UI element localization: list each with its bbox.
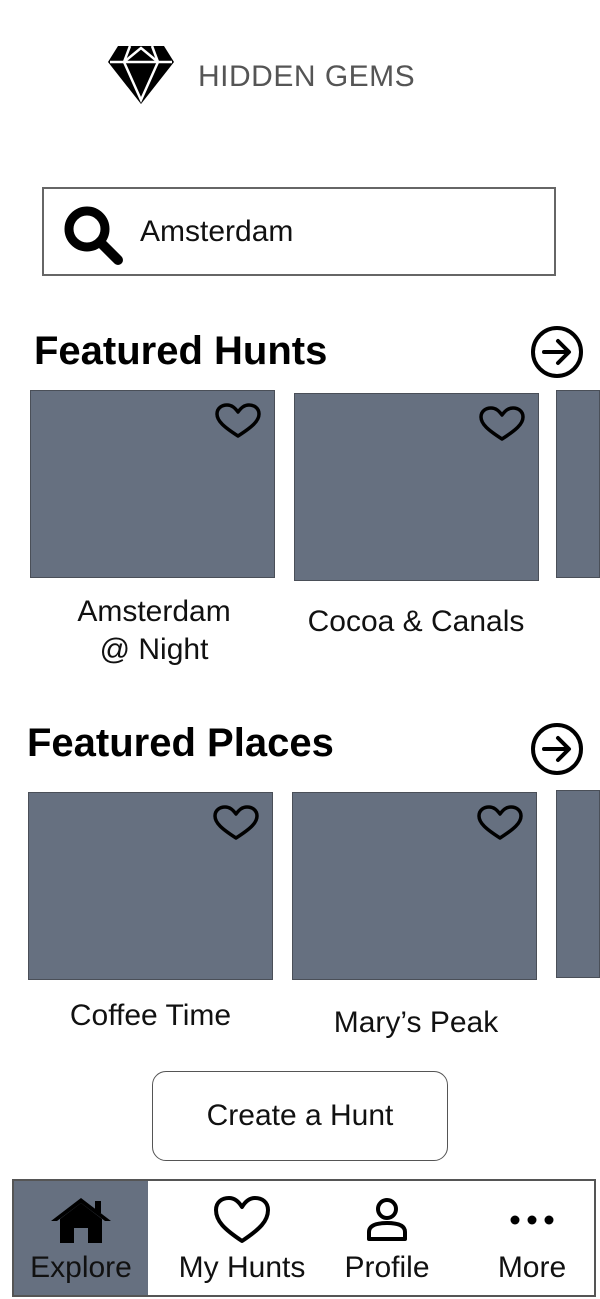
person-icon [367,1198,407,1241]
search-icon[interactable] [62,204,124,266]
bottom-nav: Explore My Hunts Profile More [12,1179,596,1297]
heart-icon [214,1196,270,1243]
nav-item-my-hunts[interactable]: My Hunts [166,1181,318,1295]
featured-hunts-title: Featured Hunts [34,329,328,373]
more-icon [510,1215,554,1225]
search-input[interactable] [140,207,520,257]
nav-item-explore[interactable]: Explore [14,1181,148,1295]
app-title: HIDDEN GEMS [198,60,416,93]
heart-icon[interactable] [214,403,262,439]
nav-item-profile[interactable]: Profile [332,1181,442,1295]
featured-places-arrow-icon[interactable] [530,722,584,776]
place-card-label: Mary’s Peak [333,1006,499,1039]
featured-hunts-arrow-icon[interactable] [530,325,584,379]
nav-label-more: More [497,1251,567,1284]
home-icon [51,1198,111,1243]
hunt-card-label: Cocoa & Canals [307,605,525,638]
featured-places-title: Featured Places [27,721,334,765]
hunt-card[interactable] [294,393,539,581]
heart-icon[interactable] [212,805,260,841]
nav-item-more[interactable]: More [484,1181,580,1295]
place-card[interactable] [292,792,537,980]
hunt-card-partial[interactable] [556,390,600,578]
nav-label-profile: Profile [344,1251,430,1284]
place-card-label: Coffee Time [69,999,232,1032]
heart-icon[interactable] [478,406,526,442]
hunt-card-label: Amsterdam @ Night [77,595,231,666]
place-card[interactable] [28,792,273,980]
search-bar[interactable] [42,187,556,276]
create-hunt-button[interactable]: Create a Hunt [152,1071,448,1161]
place-card-partial[interactable] [556,790,600,978]
heart-icon[interactable] [476,805,524,841]
nav-label-my-hunts: My Hunts [178,1251,306,1284]
diamond-icon [108,45,174,104]
hunt-card[interactable] [30,390,275,578]
nav-label-explore: Explore [30,1251,132,1284]
